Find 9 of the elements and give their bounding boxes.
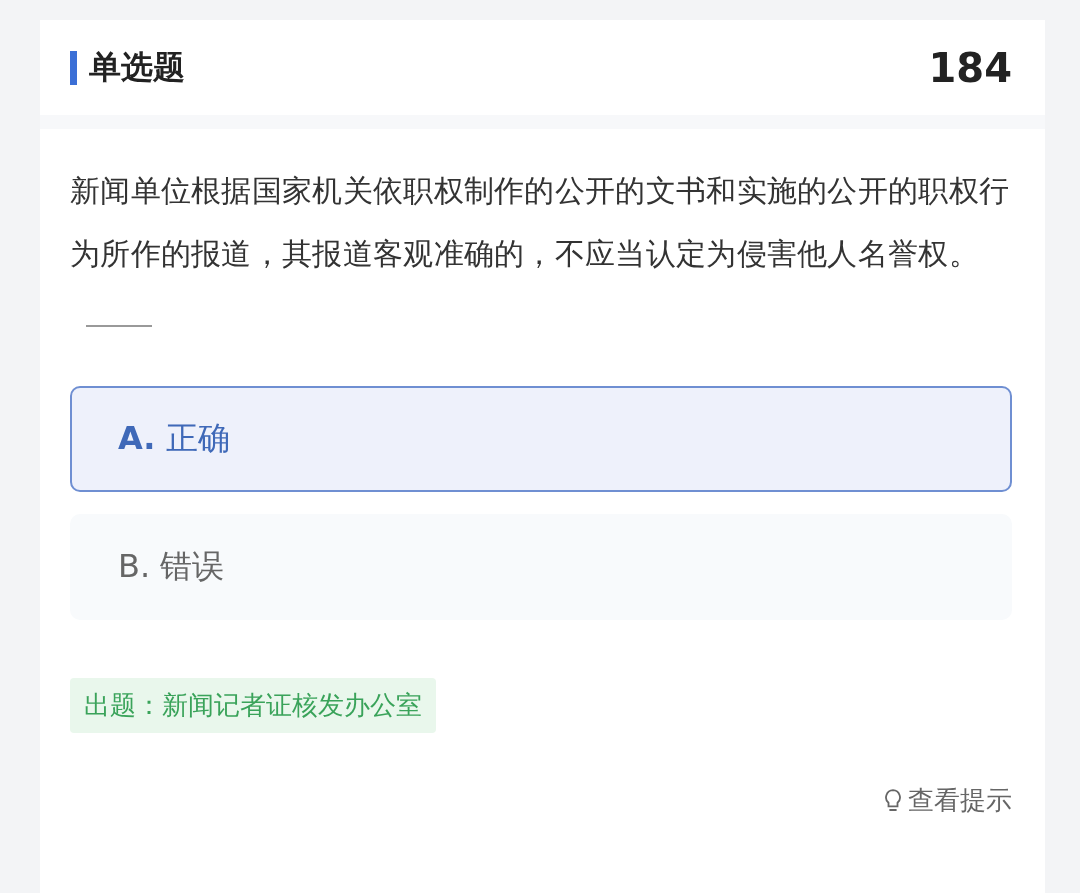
question-type: 单选题 bbox=[89, 46, 185, 88]
answer-option[interactable]: A. 正确 bbox=[70, 386, 1012, 492]
title-accent-bar bbox=[70, 50, 77, 85]
source-tag: 出题：新闻记者证核发办公室 bbox=[70, 678, 436, 733]
lightbulb-icon bbox=[884, 787, 902, 814]
question-number: 184 bbox=[928, 44, 1012, 91]
answer-option[interactable]: B. 错误 bbox=[70, 514, 1012, 620]
hint-link[interactable]: 查看提示 bbox=[884, 783, 1012, 818]
question-text: 新闻单位根据国家机关依职权制作的公开的文书和实施的公开的职权行为所作的报道，其报道客观准确的，不应当认定为侵害他人名誉权。 bbox=[70, 159, 1012, 348]
